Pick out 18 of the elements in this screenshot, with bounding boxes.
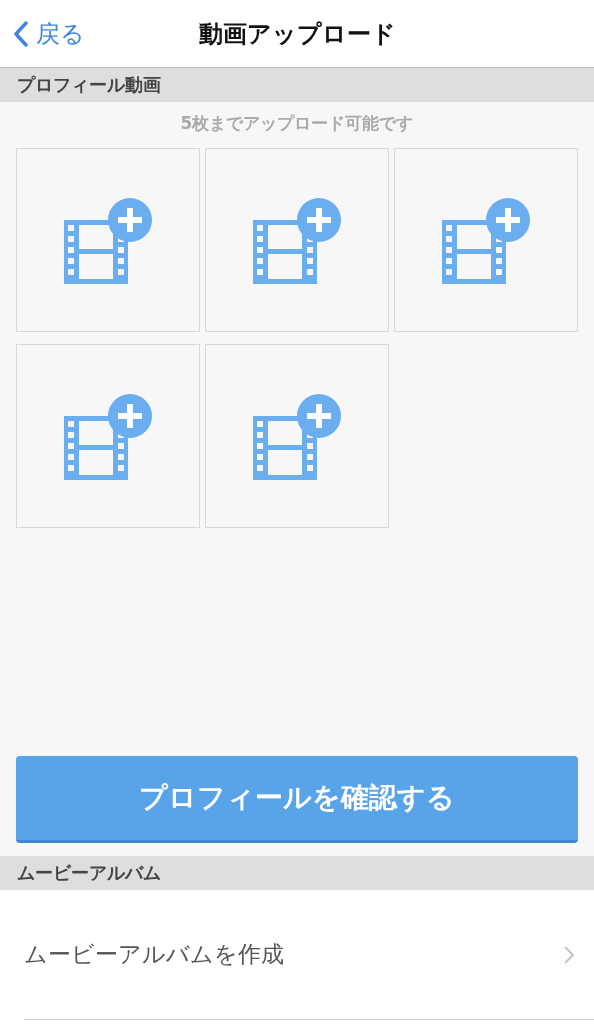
add-video-slot[interactable] [205, 344, 389, 528]
back-button[interactable]: 戻る [12, 16, 87, 52]
screen-title: 動画アップロード [198, 18, 396, 50]
add-video-slot[interactable] [394, 148, 578, 332]
upload-limit-note: 5枚までアップロード可能です [179, 112, 415, 135]
section-header: ムービーアルバム [0, 856, 594, 890]
film-plus-icon [251, 196, 343, 284]
back-chevron-icon [14, 21, 28, 47]
film-plus-icon [251, 392, 343, 480]
chevron-right-icon [564, 945, 574, 964]
section-header: プロフィール動画 [0, 68, 594, 102]
add-video-slot[interactable] [16, 148, 200, 332]
add-video-slot[interactable] [16, 344, 200, 528]
add-video-slot[interactable] [205, 148, 389, 332]
confirm-profile-button[interactable]: プロフィールを確認する [16, 756, 578, 843]
film-plus-icon [62, 196, 154, 284]
film-plus-icon [440, 196, 532, 284]
film-plus-icon [62, 392, 154, 480]
